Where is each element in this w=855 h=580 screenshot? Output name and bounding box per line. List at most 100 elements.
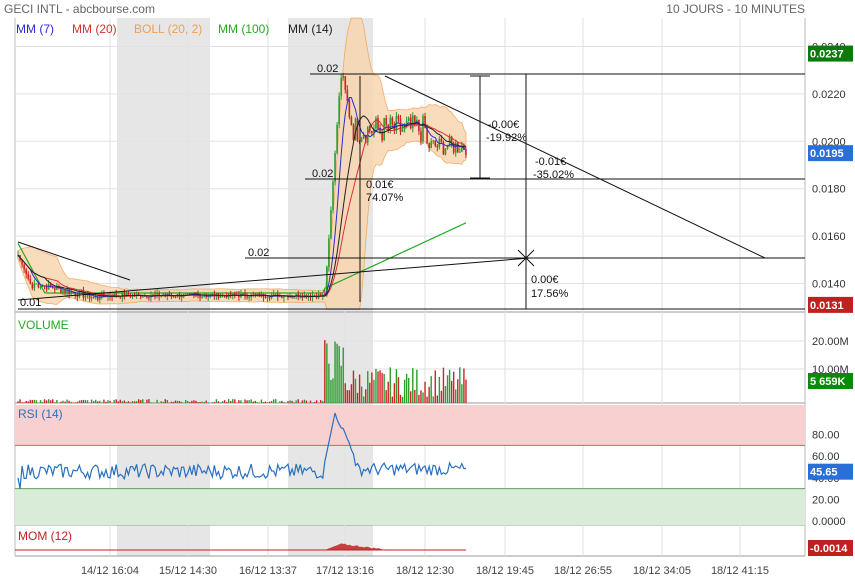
volume-bar [203, 401, 205, 403]
volume-bar [56, 399, 58, 403]
volume-bar [354, 378, 357, 403]
volume-bar [109, 400, 111, 403]
volume-bar [174, 400, 177, 403]
candle-body [330, 210, 332, 239]
volume-bar [397, 377, 400, 403]
candle-body [186, 293, 189, 295]
candle-body [397, 116, 400, 119]
x-tick-label: 14/12 16:04 [81, 565, 139, 577]
volume-bar [125, 401, 128, 403]
volume-bar [197, 402, 199, 403]
candle-body [418, 120, 420, 132]
annotation-label: -19.92% [486, 132, 527, 144]
candle-body [332, 181, 334, 211]
candle-body [420, 131, 422, 142]
price-tick-label: 0.0160 [812, 231, 846, 243]
rsi-overbought-zone [15, 405, 805, 446]
volume-bar [379, 370, 381, 403]
candle-body [440, 138, 443, 142]
volume-bar [305, 400, 308, 403]
volume-bar [463, 368, 465, 403]
rsi-tick-label: 60.00 [812, 451, 840, 463]
volume-bar [199, 402, 201, 403]
candle-body [456, 142, 459, 153]
annotation-label: 0.01€ [366, 179, 394, 191]
legend-item-3: MM (100) [218, 22, 269, 36]
candle-body [409, 117, 412, 129]
volume-bar [461, 384, 463, 403]
volume-bar [97, 401, 99, 403]
rsi-tick-label: 20.00 [812, 494, 840, 506]
candle-body [62, 290, 64, 293]
volume-bar [105, 401, 107, 403]
volume-bar [391, 396, 394, 403]
volume-bar [193, 400, 195, 403]
volume-bar [52, 399, 54, 403]
volume-bar [74, 402, 76, 403]
volume-bar [150, 402, 152, 403]
volume-bar [334, 341, 336, 403]
volume-bar [350, 384, 353, 403]
volume-bar [367, 371, 369, 403]
volume-bar [205, 400, 207, 403]
rsi-tag: 45.65 [810, 467, 838, 479]
volume-bar [54, 402, 56, 403]
trendline-3 [384, 75, 766, 259]
volume-bar [424, 381, 426, 403]
volume-bar [180, 401, 183, 403]
candle-body [319, 294, 322, 296]
volume-bar [127, 401, 130, 403]
candle-body [334, 153, 336, 182]
candle-body [430, 141, 432, 149]
candle-body [242, 293, 244, 295]
volume-bar [457, 379, 459, 403]
volume-bar [27, 401, 29, 403]
x-tick-label: 15/12 14:30 [159, 565, 217, 577]
volume-bar [313, 401, 316, 403]
volume-bar [444, 385, 447, 403]
volume-bar [252, 401, 254, 403]
volume-bar [142, 399, 144, 403]
volume-bar [234, 399, 236, 403]
candle-body [407, 117, 410, 122]
candle-body [31, 283, 34, 289]
candle-body [25, 269, 27, 275]
momentum-title: MOM (12) [18, 529, 72, 543]
volume-bar [448, 369, 451, 403]
volume-bar [422, 392, 424, 403]
volume-bar [31, 399, 34, 403]
volume-bar [164, 399, 166, 403]
volume-bar [19, 399, 21, 403]
candle-body [248, 297, 250, 299]
annotation-label: 0.02 [317, 63, 338, 75]
candle-body [189, 293, 191, 295]
candle-body [84, 295, 87, 298]
volume-bar [358, 374, 361, 403]
volume-bar [346, 390, 349, 403]
annotation-label: 74.07% [366, 192, 404, 204]
volume-bar [405, 373, 408, 403]
volume-bar [383, 373, 385, 403]
volume-bar [403, 379, 406, 403]
volume-tick-label: 20.00M [812, 336, 849, 348]
volume-bar [369, 382, 371, 403]
candle-body [344, 76, 347, 90]
candle-body [156, 293, 158, 295]
volume-bar [176, 400, 179, 403]
volume-bar [29, 399, 31, 403]
volume-bar [191, 400, 193, 403]
volume-bar [227, 399, 230, 403]
candle-body [405, 121, 408, 124]
volume-bar [101, 402, 103, 403]
volume-bar [442, 367, 445, 403]
volume-bar [375, 368, 377, 403]
candle-body [64, 290, 66, 293]
volume-bar [90, 399, 93, 403]
rsi-tick-label: 80.00 [812, 430, 840, 442]
volume-bar [356, 392, 359, 403]
volume-bar [70, 401, 72, 403]
candle-body [272, 293, 275, 296]
annotation-label: 0.00€ [531, 274, 559, 286]
rsi-title: RSI (14) [18, 407, 63, 421]
volume-bar [78, 400, 81, 403]
